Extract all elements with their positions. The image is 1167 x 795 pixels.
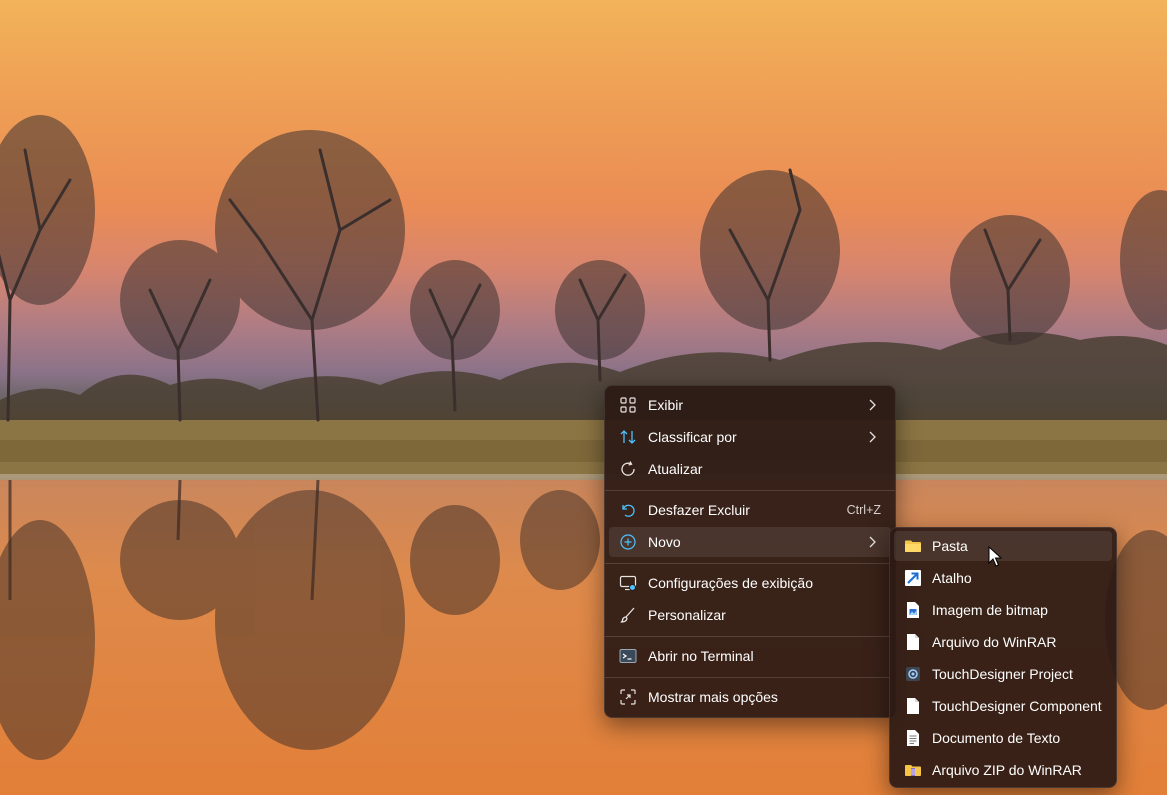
novo-submenu: Pasta Atalho Imagem de bitmap Arquivo do… [889,527,1117,788]
menu-item-novo[interactable]: Novo [609,527,891,557]
submenu-item-touchdesigner-project[interactable]: TouchDesigner Project [894,659,1112,689]
winrar-file-icon [904,633,922,651]
submenu-item-arquivo-zip-do-winrar[interactable]: Arquivo ZIP do WinRAR [894,755,1112,785]
submenu-item-imagem-de-bitmap[interactable]: Imagem de bitmap [894,595,1112,625]
submenu-item-atalho[interactable]: Atalho [894,563,1112,593]
bitmap-image-icon [904,601,922,619]
menu-item-label: Novo [648,534,681,550]
more-options-icon [619,688,637,706]
touchdesigner-project-icon [904,665,922,683]
chevron-right-icon [867,398,877,412]
brush-icon [619,606,637,624]
submenu-item-documento-de-texto[interactable]: Documento de Texto [894,723,1112,753]
menu-item-label: Abrir no Terminal [648,648,754,664]
menu-item-desfazer-excluir[interactable]: Desfazer Excluir Ctrl+Z [609,495,891,525]
menu-separator [605,677,895,678]
submenu-item-label: TouchDesigner Component [932,698,1102,714]
new-plus-circle-icon [619,533,637,551]
menu-item-label: Exibir [648,397,684,413]
grid-view-icon [619,396,637,414]
shortcut-arrow-icon [904,569,922,587]
undo-icon [619,501,637,519]
menu-item-abrir-no-terminal[interactable]: Abrir no Terminal [609,641,891,671]
winrar-zip-icon [904,761,922,779]
submenu-item-label: Pasta [932,538,968,554]
submenu-item-label: Imagem de bitmap [932,602,1048,618]
menu-item-classificar-por[interactable]: Classificar por [609,422,891,452]
terminal-icon [619,647,637,665]
menu-separator [605,636,895,637]
menu-item-label: Personalizar [648,607,726,623]
menu-item-label: Atualizar [648,461,703,477]
desktop-context-menu: Exibir Classificar por Atualizar Desfaze… [604,385,896,718]
menu-separator [605,490,895,491]
menu-item-configuracoes-de-exibicao[interactable]: Configurações de exibição [609,568,891,598]
menu-item-label: Configurações de exibição [648,575,813,591]
menu-item-mostrar-mais-opcoes[interactable]: Mostrar mais opções [609,682,891,712]
mouse-cursor-icon [988,545,1003,568]
chevron-right-icon [867,535,877,549]
menu-separator [605,563,895,564]
submenu-item-label: Documento de Texto [932,730,1061,746]
touchdesigner-component-icon [904,697,922,715]
submenu-item-label: Arquivo ZIP do WinRAR [932,762,1082,778]
submenu-item-label: Atalho [932,570,972,586]
submenu-item-arquivo-do-winrar[interactable]: Arquivo do WinRAR [894,627,1112,657]
submenu-item-pasta[interactable]: Pasta [894,531,1112,561]
shortcut-text: Ctrl+Z [846,503,881,517]
submenu-item-label: Arquivo do WinRAR [932,634,1057,650]
folder-icon [904,537,922,555]
refresh-icon [619,460,637,478]
submenu-item-label: TouchDesigner Project [932,666,1073,682]
menu-item-label: Classificar por [648,429,737,445]
menu-item-atualizar[interactable]: Atualizar [609,454,891,484]
chevron-right-icon [867,430,877,444]
text-document-icon [904,729,922,747]
menu-item-personalizar[interactable]: Personalizar [609,600,891,630]
menu-item-label: Mostrar mais opções [648,689,778,705]
menu-item-exibir[interactable]: Exibir [609,390,891,420]
display-settings-icon [619,574,637,592]
submenu-item-touchdesigner-component[interactable]: TouchDesigner Component [894,691,1112,721]
menu-item-label: Desfazer Excluir [648,502,750,518]
sort-arrows-icon [619,428,637,446]
